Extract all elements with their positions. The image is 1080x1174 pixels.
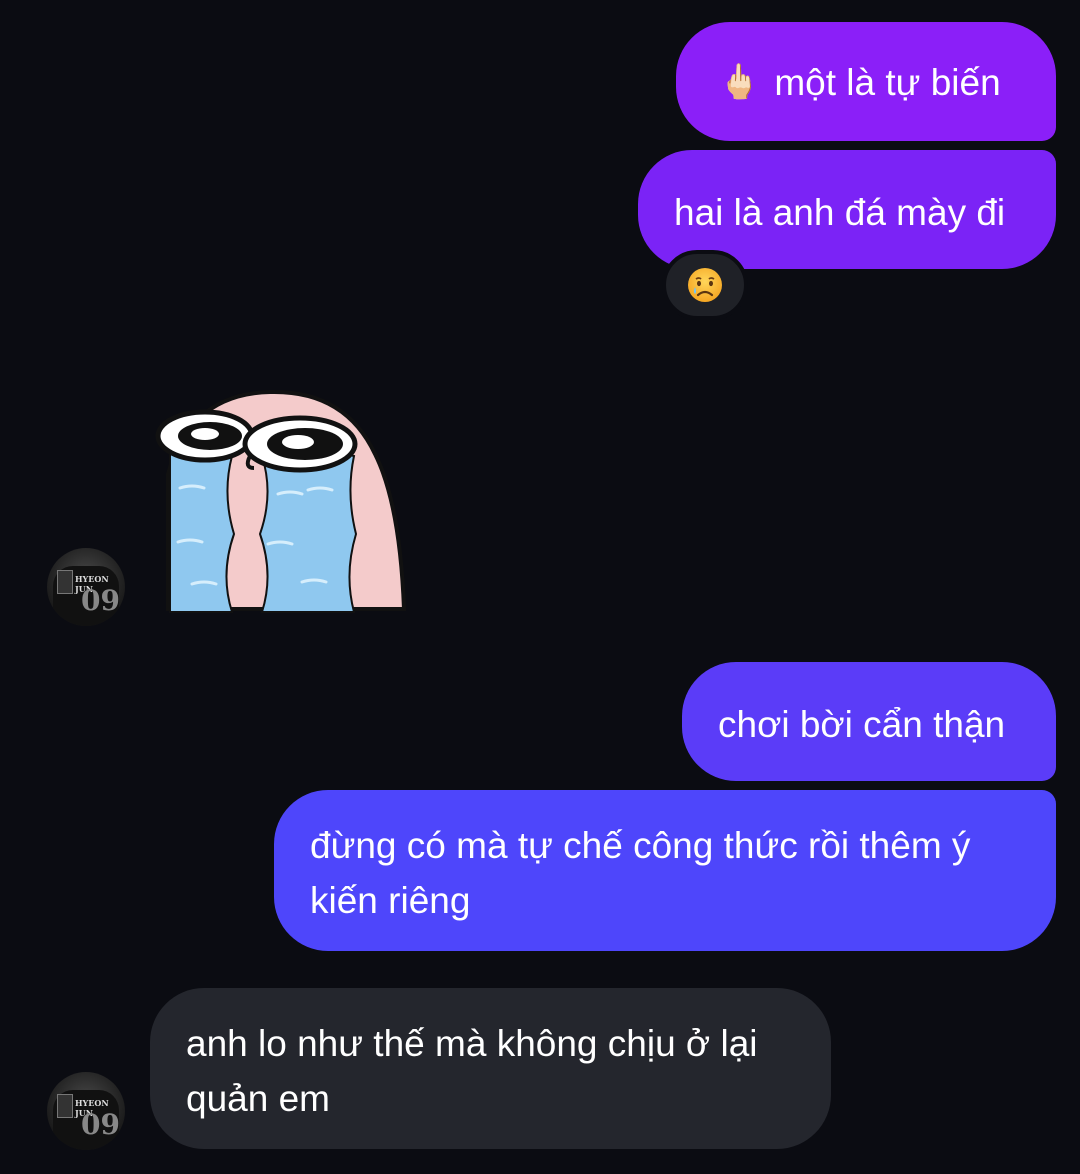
contact-avatar[interactable]: HYEON JUN 09 — [47, 1072, 125, 1150]
contact-avatar[interactable]: HYEON JUN 09 — [47, 548, 125, 626]
crying-blob-sticker[interactable] — [150, 384, 416, 616]
message-text: đừng có mà tự chế công thức rồi thêm ý k… — [310, 825, 971, 921]
avatar-number: 09 — [81, 1108, 120, 1141]
message-text: chơi bời cẩn thận — [718, 704, 1006, 745]
avatar-number: 09 — [81, 584, 120, 617]
sent-message-bubble[interactable]: 🖕🏻 một là tự biến — [676, 22, 1056, 141]
received-message-bubble[interactable]: anh lo như thế mà không chịu ở lại quản … — [150, 988, 831, 1149]
sent-message-bubble[interactable]: đừng có mà tự chế công thức rồi thêm ý k… — [274, 790, 1056, 951]
message-reaction[interactable] — [662, 250, 748, 320]
crying-face-icon — [688, 268, 722, 302]
message-text: anh lo như thế mà không chịu ở lại quản … — [186, 1023, 758, 1119]
sent-message-bubble[interactable]: chơi bời cẩn thận — [682, 662, 1056, 781]
emoji: 🖕🏻 — [718, 63, 761, 101]
message-text: một là tự biến — [774, 62, 1001, 103]
message-text: hai là anh đá mày đi — [674, 192, 1006, 233]
